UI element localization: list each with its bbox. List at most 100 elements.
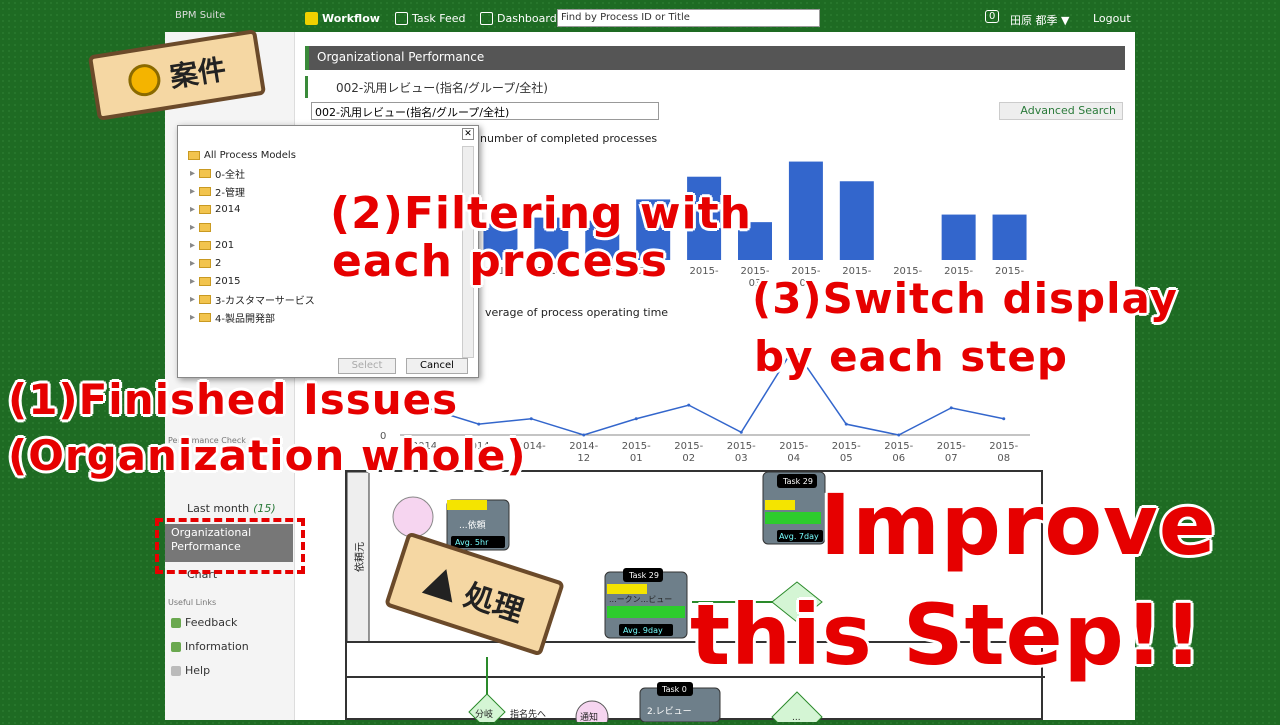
gateway-label: ... <box>792 713 801 722</box>
branch-label: 分岐 <box>475 708 493 720</box>
tree-item-label: 2015 <box>215 275 241 287</box>
progress-bar-green <box>607 606 685 618</box>
sign-shori-label: 処理 <box>459 577 528 630</box>
speech-bubble-icon <box>395 12 408 25</box>
task-node[interactable]: Task 29 Avg. 7day <box>762 471 826 545</box>
expand-arrow-icon[interactable]: ▸ <box>190 204 195 215</box>
x-tick-label: 06 <box>892 453 905 464</box>
lane-label: 依頼元 <box>353 542 366 572</box>
x-tick-label: 08 <box>997 453 1010 464</box>
tree-item-label: 2014 <box>215 203 241 215</box>
task-badge: Task 29 <box>782 477 813 486</box>
tree-item[interactable]: ▸ 4-製品開発部 <box>184 308 464 326</box>
x-tick-label: 12 <box>577 453 590 464</box>
feedback-icon <box>171 617 181 628</box>
progress-bar-yellow <box>447 500 487 510</box>
x-tick-label: 2015- <box>727 441 756 452</box>
task-node[interactable]: Task 29 ...ークン...ビュー Avg. 9day <box>604 568 688 639</box>
x-tick-label: 2015- <box>779 441 808 452</box>
sidebar-item-help[interactable]: Help <box>171 664 210 677</box>
x-tick-label: 2015- <box>622 441 651 452</box>
sidebar-section-links: Useful Links <box>168 598 217 607</box>
tree-item[interactable]: ▸ 0-全社 <box>184 164 464 182</box>
search-input[interactable]: Find by Process ID or Title <box>557 9 820 27</box>
start-event[interactable] <box>392 496 434 538</box>
folder-icon <box>199 294 212 304</box>
task-node[interactable]: ...依頼 Avg. 5hr <box>446 499 510 551</box>
help-icon <box>171 665 181 676</box>
chart-title: number of completed processes <box>480 132 657 145</box>
x-tick-label: 03 <box>735 453 748 464</box>
triangle-icon <box>421 563 462 603</box>
task-label: ...ークン...ビュー <box>609 595 672 604</box>
sidebar-item-feedback[interactable]: Feedback <box>171 616 237 629</box>
app-logo: BPM Suite <box>175 10 226 21</box>
nav-task-feed-label: Task Feed <box>412 12 466 25</box>
overlay-line: (1)Finished Issues <box>8 375 459 424</box>
expand-arrow-icon[interactable]: ▸ <box>190 294 195 305</box>
overlay-improve: Improve this Step!! <box>690 470 1217 690</box>
highlight-frame <box>155 518 305 574</box>
process-select[interactable]: 002-汎用レビュー(指名/グループ/全社) <box>311 102 659 120</box>
folder-icon <box>199 168 212 178</box>
user-menu[interactable]: 田原 都季 ▼ <box>1010 12 1069 28</box>
main-content: Organizational Performance 002-汎用レビュー(指名… <box>305 46 1125 122</box>
folder-icon <box>199 312 212 322</box>
folder-icon <box>188 150 200 160</box>
chart-bar <box>941 214 976 260</box>
task-average: Avg. 9day <box>623 626 663 635</box>
x-tick-label: 2015- <box>989 441 1018 452</box>
expand-arrow-icon[interactable]: ▸ <box>190 312 195 323</box>
expand-arrow-icon[interactable]: ▸ <box>190 258 195 269</box>
sidebar-item-information[interactable]: Information <box>171 640 249 653</box>
sidebar-item-label: Last month <box>187 502 250 515</box>
tree-item-label: 3-カスタマーサービス <box>215 295 315 307</box>
x-tick-label: 07 <box>945 453 958 464</box>
x-tick-label: 2015- <box>884 441 913 452</box>
overlay-line: Improve <box>820 476 1217 574</box>
information-icon <box>171 641 181 652</box>
dashboard-icon <box>480 12 493 25</box>
task-badge: Task 0 <box>661 685 687 694</box>
overlay-switch-display: (3)Switch display by each step <box>752 270 1178 386</box>
x-tick-label: 2014- <box>569 441 598 452</box>
close-icon[interactable]: ✕ <box>462 128 474 140</box>
sidebar-item-label: Feedback <box>185 616 238 629</box>
tree-item-label: 2-管理 <box>215 187 246 199</box>
tree-item[interactable]: ▸ 3-カスタマーサービス <box>184 290 464 308</box>
task-label: ...依頼 <box>459 519 486 531</box>
nav-task-feed[interactable]: Task Feed <box>395 12 465 25</box>
task-badge: Task 29 <box>628 571 659 580</box>
sidebar-item-count: (15) <box>253 502 276 515</box>
x-tick-label: 05 <box>840 453 853 464</box>
expand-arrow-icon[interactable]: ▸ <box>190 186 195 197</box>
progress-bar-yellow <box>607 584 647 594</box>
expand-arrow-icon[interactable]: ▸ <box>190 240 195 251</box>
notify-label: 通知 <box>580 711 598 722</box>
nav-workflow[interactable]: Workflow <box>305 12 380 25</box>
folder-icon <box>199 258 212 268</box>
x-tick-label: 2015- <box>674 441 703 452</box>
advanced-search-button[interactable]: Advanced Search <box>999 102 1123 120</box>
folder-icon <box>199 204 212 214</box>
folder-icon <box>199 276 212 286</box>
tree-item[interactable]: All Process Models <box>184 146 464 164</box>
overlay-line: each process <box>332 236 668 287</box>
sidebar-item-last-month[interactable]: Last month (15) <box>187 502 276 515</box>
tree-item-label: 2 <box>215 257 222 269</box>
chart-bar <box>788 161 823 260</box>
notification-counter[interactable]: 0 <box>985 10 1000 23</box>
coin-icon <box>126 61 163 99</box>
nav-dashboard[interactable]: Dashboard <box>480 12 557 25</box>
logout-link[interactable]: Logout <box>1093 12 1131 25</box>
expand-arrow-icon[interactable]: ▸ <box>190 222 195 233</box>
expand-arrow-icon[interactable]: ▸ <box>190 168 195 179</box>
nav-dashboard-label: Dashboard <box>497 12 557 25</box>
tree-item-label: All Process Models <box>204 149 296 161</box>
overlay-line: (2)Filtering with <box>330 188 752 239</box>
overlay-line: by each step <box>754 332 1068 381</box>
overlay-filtering: (2)Filtering with each process <box>330 190 752 286</box>
nav-workflow-label: Workflow <box>322 12 380 25</box>
chart-bar <box>992 214 1027 260</box>
expand-arrow-icon[interactable]: ▸ <box>190 276 195 287</box>
